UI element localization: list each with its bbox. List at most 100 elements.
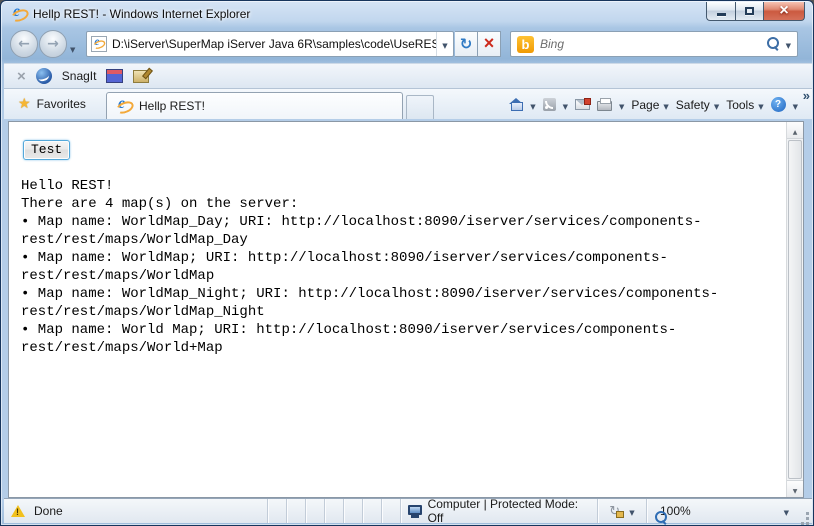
- page-menu-label: Page: [631, 98, 659, 112]
- caption-buttons: [706, 2, 805, 21]
- title-bar[interactable]: Hellp REST! - Windows Internet Explorer: [1, 1, 813, 26]
- snagit-label: SnagIt: [62, 69, 97, 83]
- home-icon: [509, 98, 523, 111]
- chevron-down-icon: [758, 98, 763, 112]
- scroll-up-icon: [793, 123, 798, 137]
- ie-favicon: [93, 38, 104, 49]
- favorites-button[interactable]: Favorites: [14, 93, 90, 115]
- back-button[interactable]: ←: [10, 30, 38, 58]
- favorites-label: Favorites: [37, 97, 86, 111]
- status-cell: [267, 499, 286, 523]
- printer-icon: [597, 101, 612, 111]
- snagit-logo-icon: [36, 68, 52, 84]
- status-text: Done: [34, 504, 63, 518]
- scrollbar-thumb[interactable]: [788, 140, 802, 479]
- help-button[interactable]: [771, 97, 786, 112]
- chevron-down-icon: [663, 98, 668, 112]
- print-button[interactable]: [597, 98, 612, 111]
- status-cell: [362, 499, 381, 523]
- tab-title: Hellp REST!: [139, 99, 205, 113]
- scroll-up-button[interactable]: [787, 122, 803, 139]
- mail-icon: [575, 99, 590, 110]
- page-text: Hello REST! There are 4 map(s) on the se…: [21, 177, 774, 357]
- search-icon[interactable]: [766, 37, 780, 51]
- page-content-area: Test Hello REST! There are 4 map(s) on t…: [8, 121, 804, 498]
- feeds-button[interactable]: [543, 98, 556, 111]
- vertical-scrollbar[interactable]: [786, 122, 803, 497]
- back-arrow-icon: ←: [18, 37, 30, 51]
- page-favicon-icon: [91, 36, 107, 52]
- home-button[interactable]: [509, 98, 523, 111]
- close-toolbar-icon[interactable]: [17, 69, 26, 84]
- maximize-icon: [745, 7, 754, 15]
- favorites-bar: Favorites Hellp REST! Page Safety Tools: [4, 89, 812, 119]
- help-dropdown[interactable]: [793, 98, 798, 112]
- star-icon: [18, 96, 31, 112]
- snagit-toolbar: SnagIt: [4, 63, 812, 89]
- feeds-dropdown[interactable]: [563, 98, 568, 112]
- search-dropdown[interactable]: [786, 37, 791, 51]
- forward-arrow-icon: →: [47, 37, 59, 51]
- search-input[interactable]: Bing: [540, 37, 760, 51]
- window-title: Hellp REST! - Windows Internet Explorer: [33, 7, 250, 21]
- rss-feeds-icon: [543, 98, 556, 111]
- snagit-capture-icon[interactable]: [106, 69, 123, 83]
- refresh-icon: [460, 35, 473, 53]
- status-cell: [305, 499, 324, 523]
- address-input[interactable]: D:\iServer\SuperMap iServer Java 6R\samp…: [112, 37, 436, 51]
- zoom-dropdown[interactable]: [784, 504, 789, 518]
- command-bar: Page Safety Tools: [509, 92, 798, 117]
- print-dropdown[interactable]: [619, 98, 624, 112]
- stop-icon: [484, 36, 495, 52]
- resize-grip[interactable]: [796, 499, 812, 523]
- scroll-down-icon: [793, 482, 798, 496]
- scroll-down-button[interactable]: [787, 480, 803, 497]
- map-entry: • Map name: WorldMap; URI: http://localh…: [21, 249, 774, 285]
- close-button[interactable]: [763, 2, 805, 21]
- new-tab-button[interactable]: [406, 95, 434, 119]
- page-heading: Hello REST!: [21, 177, 774, 195]
- zoom-control[interactable]: 100%: [646, 499, 796, 523]
- page-menu[interactable]: Page: [631, 98, 668, 112]
- chevron-down-icon: [629, 504, 634, 518]
- home-dropdown[interactable]: [530, 98, 535, 112]
- security-zone-pane: Computer | Protected Mode: Off: [400, 499, 597, 523]
- stop-button[interactable]: [478, 31, 501, 57]
- navigation-bar: ← → D:\iServer\SuperMap iServer Java 6R\…: [2, 26, 814, 63]
- map-entry: • Map name: WorldMap_Day; URI: http://lo…: [21, 213, 774, 249]
- safety-menu[interactable]: Safety: [676, 98, 719, 112]
- tab-hellp-rest[interactable]: Hellp REST!: [106, 92, 403, 119]
- forward-button[interactable]: →: [39, 30, 67, 58]
- toolbar-overflow-chevron[interactable]: [803, 88, 810, 103]
- tools-menu-label: Tools: [726, 98, 754, 112]
- test-button[interactable]: Test: [23, 140, 70, 160]
- status-cell: [286, 499, 305, 523]
- chevron-down-icon: [714, 98, 719, 112]
- address-dropdown[interactable]: [436, 32, 453, 56]
- status-message-pane: Done: [4, 504, 267, 518]
- minimize-icon: [717, 13, 726, 16]
- browser-window: Hellp REST! - Windows Internet Explorer …: [0, 0, 814, 526]
- tools-menu[interactable]: Tools: [726, 98, 763, 112]
- map-list: • Map name: WorldMap_Day; URI: http://lo…: [21, 213, 774, 357]
- map-entry: • Map name: World Map; URI: http://local…: [21, 321, 774, 357]
- snagit-edit-icon[interactable]: [133, 70, 149, 83]
- zone-settings-button[interactable]: [597, 499, 646, 523]
- close-icon: [779, 3, 788, 19]
- refresh-button[interactable]: [455, 31, 478, 57]
- map-count-summary: There are 4 map(s) on the server:: [21, 195, 774, 213]
- read-mail-button[interactable]: [575, 99, 590, 110]
- safety-menu-label: Safety: [676, 98, 710, 112]
- minimize-button[interactable]: [706, 2, 735, 21]
- tab-favicon-icon: [116, 98, 132, 114]
- maximize-button[interactable]: [735, 2, 763, 21]
- status-cell: [381, 499, 400, 523]
- zone-text: Computer | Protected Mode: Off: [428, 497, 590, 525]
- page-body: Test Hello REST! There are 4 map(s) on t…: [9, 122, 786, 497]
- status-cell: [343, 499, 362, 523]
- address-bar[interactable]: D:\iServer\SuperMap iServer Java 6R\samp…: [86, 31, 454, 57]
- recent-pages-dropdown[interactable]: [70, 41, 75, 55]
- map-entry: • Map name: WorldMap_Night; URI: http://…: [21, 285, 774, 321]
- status-bar: Done Computer | Protected Mode: Off 100%: [4, 498, 812, 523]
- search-box[interactable]: Bing: [510, 31, 798, 57]
